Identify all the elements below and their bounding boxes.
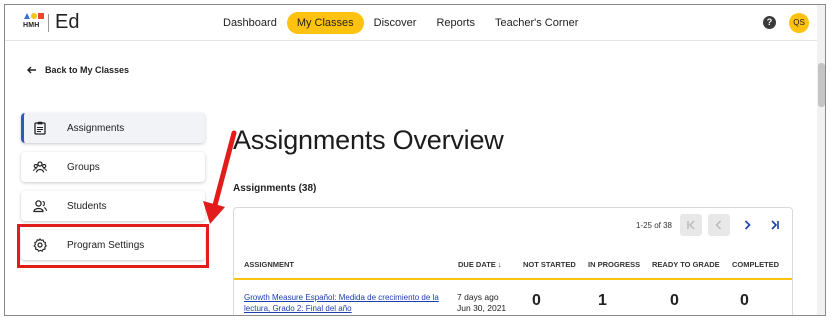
- last-page-button[interactable]: [764, 214, 786, 236]
- sidebar-item-label: Students: [67, 200, 107, 212]
- pagination-range: 1-25 of 38: [635, 220, 672, 230]
- app-window: HMH Ed Dashboard My Classes Discover Rep…: [4, 4, 826, 316]
- first-page-button[interactable]: [680, 214, 702, 236]
- sidebar-item-assignments[interactable]: Assignments: [21, 113, 205, 143]
- logo-mark-icon: [24, 13, 44, 19]
- nav-reports[interactable]: Reports: [426, 12, 485, 34]
- assignment-link[interactable]: Growth Measure Español: Medida de crecim…: [244, 292, 449, 314]
- scrollbar-thumb[interactable]: [818, 63, 825, 107]
- top-navigation: HMH Ed Dashboard My Classes Discover Rep…: [5, 5, 825, 41]
- groups-icon: [33, 161, 47, 173]
- nav-teachers-corner[interactable]: Teacher's Corner: [485, 12, 588, 34]
- clipboard-icon: [34, 121, 46, 135]
- main-nav: Dashboard My Classes Discover Reports Te…: [213, 12, 588, 34]
- column-header-ready-to-grade[interactable]: READY TO GRADE: [652, 260, 720, 269]
- due-relative: 7 days ago: [457, 292, 499, 302]
- page-title: Assignments Overview: [233, 125, 504, 155]
- in-progress-count[interactable]: 1: [598, 292, 607, 310]
- due-date-cell: 7 days ago Jun 30, 2021: [457, 292, 506, 314]
- assignments-table-panel: 1-25 of 38 ASSIGNMENT DUE DATE ↓ NOT STA…: [233, 207, 793, 315]
- back-link-label: Back to My Classes: [45, 65, 130, 75]
- sidebar-item-label: Assignments: [67, 122, 125, 134]
- hmh-logo[interactable]: HMH: [23, 12, 45, 34]
- chevron-left-icon: [715, 220, 721, 230]
- column-header-in-progress[interactable]: IN PROGRESS: [588, 260, 640, 269]
- logo-divider: [48, 14, 49, 32]
- nav-my-classes[interactable]: My Classes: [286, 12, 364, 34]
- brand-name: Ed: [55, 11, 80, 33]
- students-icon: [33, 200, 47, 213]
- logo-text: HMH: [23, 22, 40, 29]
- next-page-button[interactable]: [736, 214, 758, 236]
- nav-dashboard[interactable]: Dashboard: [213, 12, 287, 34]
- due-date: Jun 30, 2021: [457, 303, 507, 313]
- column-header-completed[interactable]: COMPLETED: [732, 260, 779, 269]
- previous-page-button[interactable]: [708, 214, 730, 236]
- last-page-icon: [771, 220, 779, 230]
- avatar[interactable]: QS: [789, 13, 809, 33]
- assignments-count-heading: Assignments (38): [233, 183, 317, 194]
- column-header-not-started[interactable]: NOT STARTED: [523, 260, 576, 269]
- table-row: Growth Measure Español: Medida de crecim…: [234, 282, 792, 315]
- back-arrow-icon: [27, 66, 36, 74]
- first-page-icon: [687, 220, 695, 230]
- column-header-due-date[interactable]: DUE DATE ↓: [458, 260, 502, 269]
- nav-discover[interactable]: Discover: [364, 12, 427, 34]
- ready-to-grade-count[interactable]: 0: [670, 292, 679, 310]
- sidebar-item-groups[interactable]: Groups: [21, 152, 205, 182]
- callout-highlight-box: [17, 224, 209, 268]
- pagination: 1-25 of 38: [636, 214, 786, 236]
- sidebar-item-label: Groups: [67, 161, 100, 173]
- chevron-right-icon: [744, 220, 751, 230]
- sidebar-item-students[interactable]: Students: [21, 191, 205, 221]
- help-icon[interactable]: ?: [763, 16, 776, 29]
- not-started-count[interactable]: 0: [532, 292, 541, 310]
- table-header: ASSIGNMENT DUE DATE ↓ NOT STARTED IN PRO…: [234, 248, 792, 280]
- vertical-scrollbar[interactable]: [817, 5, 825, 315]
- column-header-assignment[interactable]: ASSIGNMENT: [244, 260, 294, 269]
- completed-count[interactable]: 0: [740, 292, 749, 310]
- back-to-classes-link[interactable]: Back to My Classes: [27, 65, 129, 75]
